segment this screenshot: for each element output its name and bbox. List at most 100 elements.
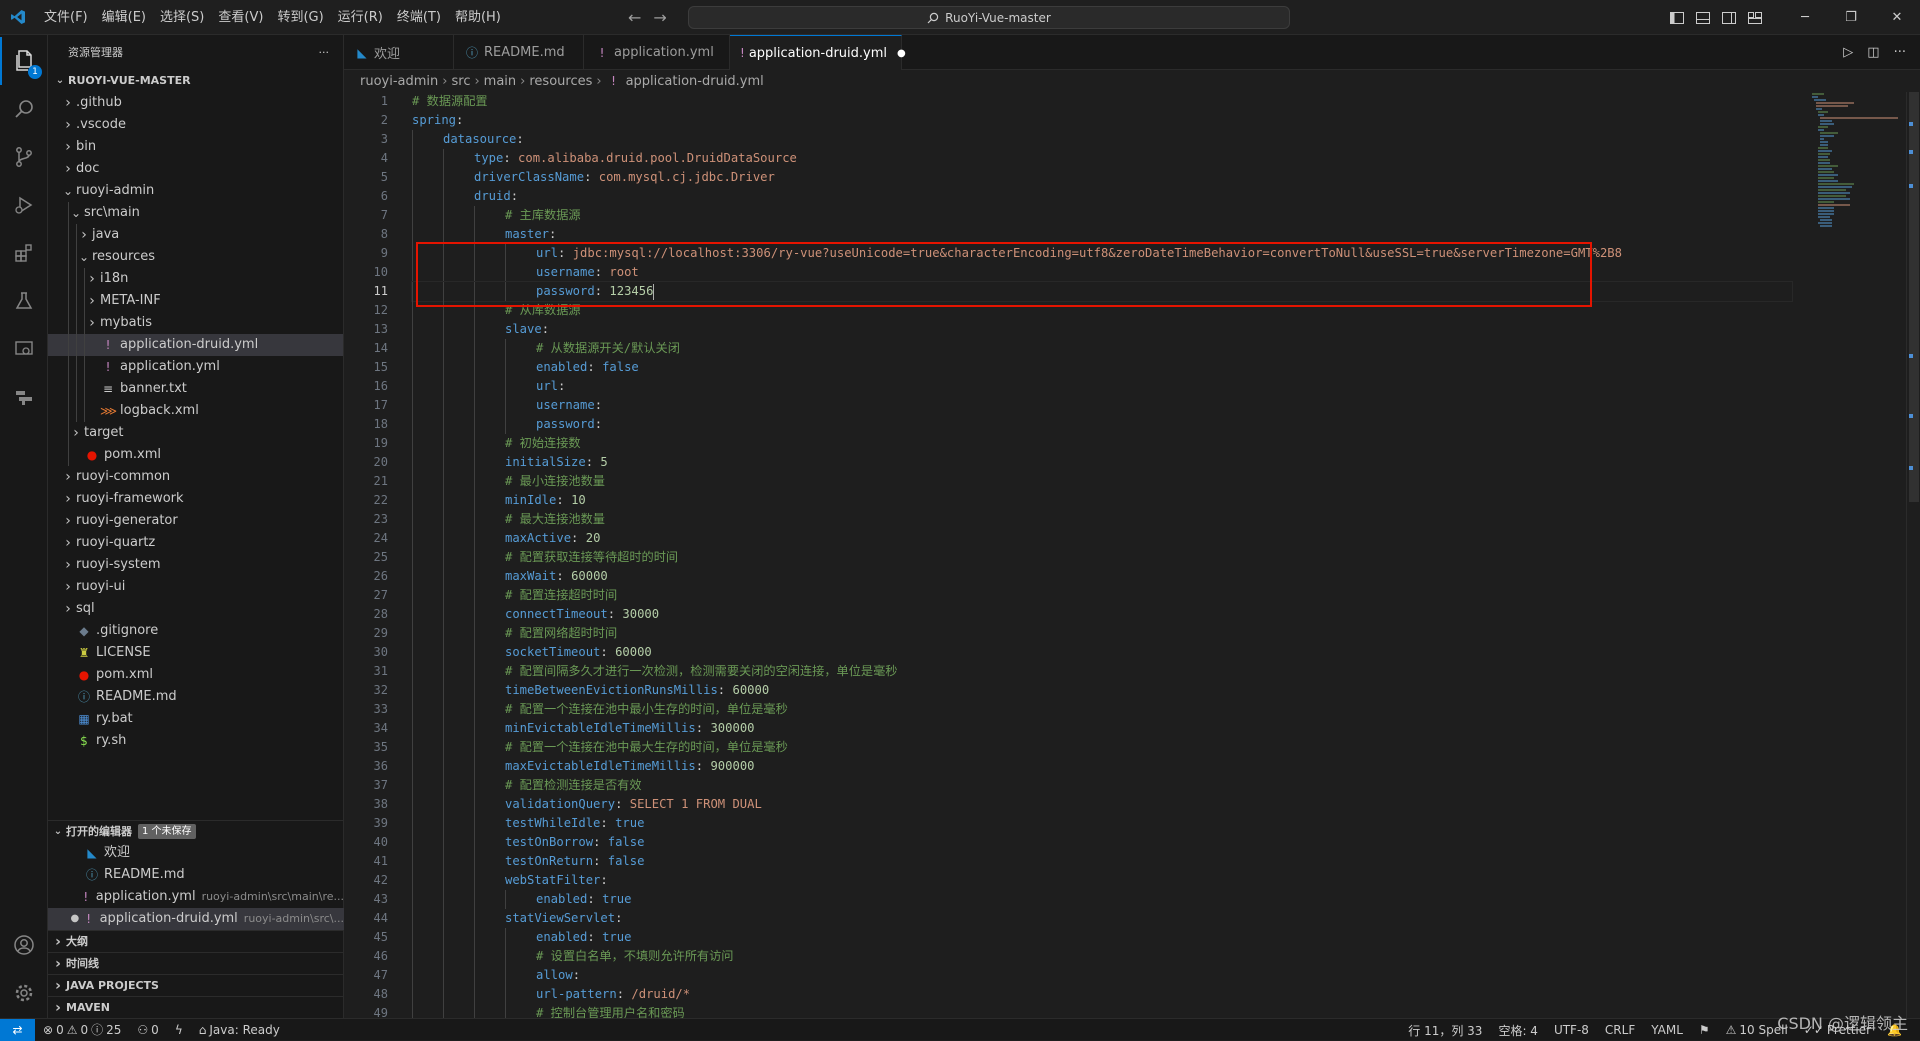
tree-item[interactable]: › ruoyi-framework [48, 488, 343, 510]
tree-item[interactable]: ◆ .gitignore [48, 620, 343, 642]
tree-item[interactable]: ♜ LICENSE [48, 642, 343, 664]
encoding[interactable]: UTF-8 [1546, 1023, 1597, 1037]
menu-item[interactable]: 选择(S) [153, 0, 211, 35]
open-editor-item[interactable]: ! application.yml ruoyi-admin\src\main\re.… [48, 886, 344, 908]
minimize-icon[interactable]: ─ [1782, 0, 1828, 35]
java-status[interactable]: ⌂ Java: Ready [191, 1023, 288, 1037]
code-line[interactable]: # 配置检测连接是否有效 [412, 776, 1792, 795]
tree-item[interactable]: ≡ banner.txt [48, 378, 343, 400]
tree-item[interactable]: ● pom.xml [48, 444, 343, 466]
code-line[interactable]: url: [412, 377, 1792, 396]
code-line[interactable]: webStatFilter: [412, 871, 1792, 890]
code-line[interactable]: password: 123456 [411, 281, 1793, 302]
code-line[interactable]: # 配置连接超时时间 [412, 586, 1792, 605]
editor-tab[interactable]: ! application-druid.yml ● [730, 35, 906, 70]
breadcrumb-item[interactable]: ruoyi-admin [360, 74, 438, 89]
end-of-line[interactable]: CRLF [1597, 1023, 1643, 1037]
back-arrow-icon[interactable]: ← [628, 8, 641, 27]
code-line[interactable]: # 配置网络超时时间 [412, 624, 1792, 643]
tree-item[interactable]: › i18n [48, 268, 343, 290]
tree-item[interactable]: › doc [48, 158, 343, 180]
restore-icon[interactable]: ❐ [1828, 0, 1874, 35]
remote-indicator-icon[interactable]: ⇄ [0, 1018, 35, 1041]
tree-item[interactable]: ! application-druid.yml [48, 334, 343, 356]
code-line[interactable]: type: com.alibaba.druid.pool.DruidDataSo… [412, 149, 1792, 168]
code-line[interactable]: url: jdbc:mysql://localhost:3306/ry-vue?… [412, 244, 1792, 263]
code-line[interactable]: testOnBorrow: false [412, 833, 1792, 852]
code-line[interactable]: druid: [412, 187, 1792, 206]
vertical-scrollbar[interactable] [1906, 92, 1920, 1018]
formatter-icon[interactable]: ⚑ [1691, 1023, 1718, 1037]
code-lines[interactable]: # 数据源配置 spring: datasource: type: com.aliba… [411, 92, 1793, 1018]
tree-item[interactable]: ▦ ry.bat [48, 708, 343, 730]
code-line[interactable]: maxWait: 60000 [412, 567, 1792, 586]
code-line[interactable]: datasource: [412, 130, 1792, 149]
tree-item[interactable]: ! application.yml [48, 356, 343, 378]
menu-item[interactable]: 运行(R) [331, 0, 390, 35]
search-view-icon[interactable] [0, 85, 48, 133]
java-projects-icon[interactable] [0, 373, 48, 421]
code-line[interactable]: driverClassName: com.mysql.cj.jdbc.Drive… [412, 168, 1792, 187]
minimap[interactable] [1794, 92, 1906, 1018]
explorer-icon[interactable]: 1 [0, 37, 48, 85]
unsaved-dot-icon[interactable]: ● [68, 908, 82, 930]
tree-item[interactable]: ⋙ logback.xml [48, 400, 343, 422]
accounts-icon[interactable] [0, 921, 48, 969]
tree-item[interactable]: › mybatis [48, 312, 343, 334]
code-line[interactable]: url-pattern: /druid/* [412, 985, 1792, 1004]
code-line[interactable]: testWhileIdle: true [412, 814, 1792, 833]
code-line[interactable]: slave: [412, 320, 1792, 339]
code-line[interactable]: validationQuery: SELECT 1 FROM DUAL [412, 795, 1792, 814]
run-and-debug-icon[interactable] [0, 181, 48, 229]
open-editor-item[interactable]: ●! application-druid.yml ruoyi-admin\src\.… [48, 908, 344, 930]
source-control-icon[interactable] [0, 133, 48, 181]
tree-item[interactable]: ⓘ README.md [48, 686, 343, 708]
code-editor[interactable]: 1 2 3 4 5 6 7 8 9 10 11 12 13 14 15 16 17 18 19 20 21 22 23 24 2… [344, 92, 1920, 1018]
open-editor-item[interactable]: ⓘ README.md [48, 864, 344, 886]
code-line[interactable]: # 配置间隔多久才进行一次检测，检测需要关闭的空闲连接，单位是毫秒 [412, 662, 1792, 681]
code-line[interactable]: # 主库数据源 [412, 206, 1792, 225]
menu-item[interactable]: 转到(G) [270, 0, 330, 35]
problems-indicator[interactable]: ⊗ 0 ⚠ 0 ⓘ 25 [35, 1021, 129, 1038]
tree-item[interactable]: › sql [48, 598, 343, 620]
code-line[interactable]: # 最大连接池数量 [412, 510, 1792, 529]
code-line[interactable]: testOnReturn: false [412, 852, 1792, 871]
open-editors-header[interactable]: ⌄ 打开的编辑器 1 个未保存 [48, 820, 344, 842]
tree-item[interactable]: ⌄ ruoyi-admin [48, 180, 343, 202]
code-line[interactable]: # 设置白名单，不填则允许所有访问 [412, 947, 1792, 966]
tree-item[interactable]: › java [48, 224, 343, 246]
tree-item[interactable]: ● pom.xml [48, 664, 343, 686]
extensions-icon[interactable] [0, 229, 48, 277]
toggle-secondary-sidebar-icon[interactable] [1716, 0, 1742, 35]
code-line[interactable]: socketTimeout: 60000 [412, 643, 1792, 662]
forward-arrow-icon[interactable]: → [653, 8, 666, 27]
tree-item[interactable]: › ruoyi-common [48, 466, 343, 488]
language-mode[interactable]: YAML [1643, 1023, 1691, 1037]
remote-explorer-icon[interactable] [0, 325, 48, 373]
code-line[interactable]: username: [412, 396, 1792, 415]
breadcrumb-item[interactable]: src [451, 74, 470, 89]
code-line[interactable]: allow: [412, 966, 1792, 985]
code-line[interactable]: master: [412, 225, 1792, 244]
code-line[interactable]: # 初始连接数 [412, 434, 1792, 453]
menu-item[interactable]: 终端(T) [390, 0, 448, 35]
editor-tab[interactable]: ◣ 欢迎 [344, 35, 454, 70]
breadcrumb-item[interactable]: main [484, 74, 516, 89]
cursor-position[interactable]: 行 11，列 33 [1400, 1022, 1490, 1039]
editor-tab[interactable]: ! application.yml [584, 35, 730, 70]
menu-item[interactable]: 编辑(E) [95, 0, 153, 35]
code-line[interactable]: maxActive: 20 [412, 529, 1792, 548]
code-line[interactable]: password: [412, 415, 1792, 434]
tree-item[interactable]: › target [48, 422, 343, 444]
lightning-icon[interactable]: ϟ [167, 1023, 191, 1037]
code-line[interactable]: connectTimeout: 30000 [412, 605, 1792, 624]
toggle-panel-icon[interactable] [1690, 0, 1716, 35]
code-line[interactable]: enabled: true [412, 928, 1792, 947]
manage-gear-icon[interactable] [0, 969, 48, 1017]
tree-item[interactable]: › bin [48, 136, 343, 158]
menu-item[interactable]: 文件(F) [37, 0, 95, 35]
code-line[interactable]: minIdle: 10 [412, 491, 1792, 510]
toggle-primary-sidebar-icon[interactable] [1664, 0, 1690, 35]
explorer-more-icon[interactable]: ··· [319, 35, 330, 70]
breadcrumb-item[interactable]: application-druid.yml [626, 74, 764, 89]
